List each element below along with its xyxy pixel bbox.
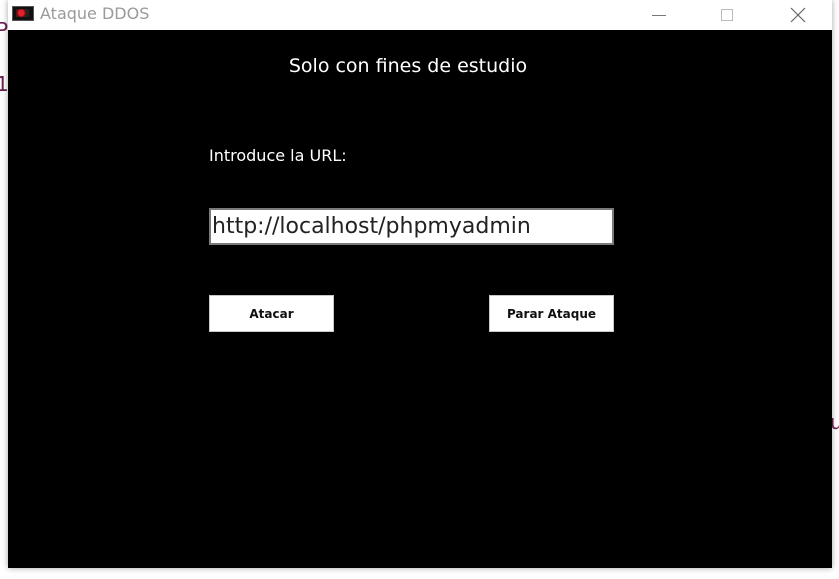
main-panel: Solo con fines de estudio Introduce la U… — [8, 30, 832, 568]
page-heading: Solo con fines de estudio — [288, 55, 528, 77]
url-input[interactable] — [209, 208, 614, 245]
minimize-icon — [652, 14, 666, 16]
close-button[interactable] — [775, 0, 821, 30]
app-window: Ataque DDOS Solo con fines de estudio In… — [8, 0, 832, 568]
window-title: Ataque DDOS — [40, 4, 150, 23]
maximize-icon — [721, 9, 733, 21]
stop-attack-button[interactable]: Parar Ataque — [489, 295, 614, 332]
minimize-button[interactable] — [636, 0, 682, 30]
close-icon — [790, 7, 806, 23]
attack-button[interactable]: Atacar — [209, 295, 334, 332]
title-bar[interactable]: Ataque DDOS — [8, 0, 832, 30]
app-icon — [12, 6, 34, 21]
url-label: Introduce la URL: — [209, 146, 347, 165]
maximize-button[interactable] — [704, 0, 750, 30]
background-text-fragment: P — [0, 18, 9, 42]
